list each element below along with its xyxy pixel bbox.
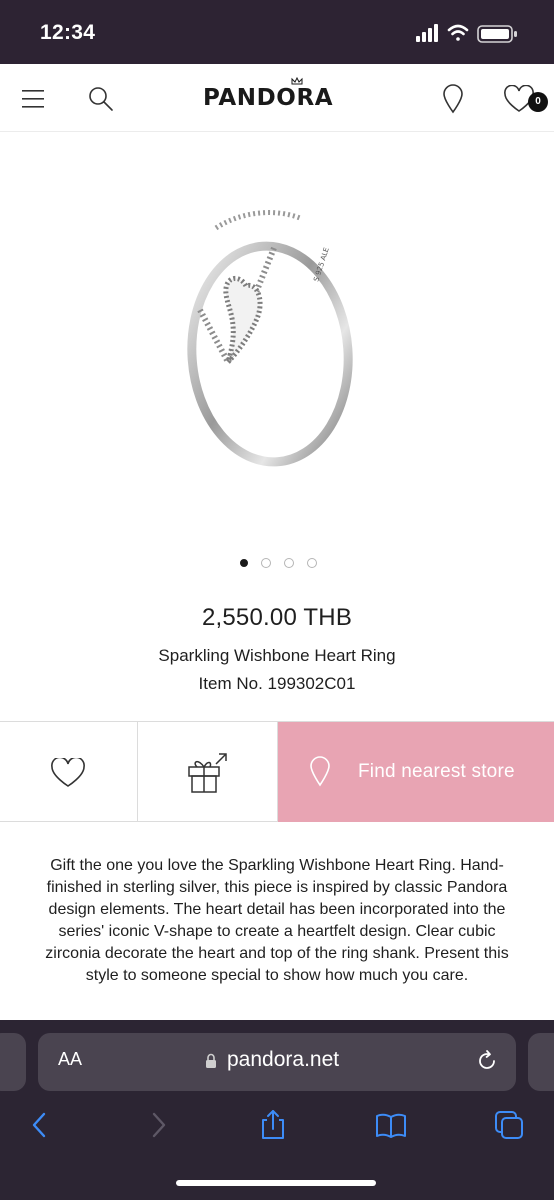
gift-share-button[interactable] (138, 722, 278, 822)
bookmarks-icon[interactable] (374, 1108, 408, 1142)
text-size-label: AA (58, 1049, 83, 1069)
battery-icon (477, 25, 517, 43)
find-nearest-store-button[interactable]: Find nearest store (278, 722, 554, 822)
site-header: PANDORA (0, 64, 554, 132)
search-icon[interactable] (88, 86, 114, 112)
wifi-icon (447, 24, 469, 41)
back-icon[interactable] (24, 1108, 58, 1142)
item-number-value: 199302C01 (267, 674, 356, 693)
text-size-button[interactable]: AA (58, 1049, 82, 1070)
product-description: Gift the one you love the Sparkling Wish… (45, 857, 509, 984)
image-carousel-dots (236, 558, 320, 570)
address-bar[interactable]: AA pandora.net (38, 1033, 516, 1091)
crown-icon (291, 77, 303, 85)
hamburger-menu-icon[interactable] (22, 88, 46, 110)
tabs-icon[interactable] (492, 1108, 526, 1142)
previous-tab-preview[interactable] (0, 1033, 26, 1091)
reload-icon[interactable] (475, 1049, 499, 1073)
product-price: 2,550.00 THB (201, 604, 353, 631)
url-text: pandora.net (227, 1048, 340, 1071)
home-indicator (176, 1180, 376, 1186)
carousel-dot-3[interactable] (284, 558, 294, 568)
status-icons (416, 24, 517, 43)
share-icon[interactable] (256, 1108, 290, 1142)
pandora-logo[interactable]: PANDORA (203, 77, 353, 117)
location-pin-icon[interactable] (441, 84, 465, 114)
heart-outline-icon (51, 758, 85, 787)
wishlist-count-badge: 0 (528, 92, 548, 112)
forward-icon[interactable] (142, 1108, 176, 1142)
carousel-dot-2[interactable] (261, 558, 271, 568)
status-bar: 12:34 (0, 0, 554, 64)
product-action-row: Find nearest store (0, 721, 554, 822)
carousel-dot-4[interactable] (307, 558, 317, 568)
gift-share-icon (188, 753, 227, 793)
logo-text: PANDORA (203, 85, 334, 111)
find-store-label: Find nearest store (358, 761, 515, 782)
add-to-wishlist-button[interactable] (0, 722, 138, 822)
cellular-signal-icon (416, 24, 438, 42)
location-pin-icon (310, 756, 330, 787)
product-name: Sparkling Wishbone Heart Ring (158, 646, 396, 665)
item-number: Item No. 199302C01 (0, 674, 554, 694)
browser-bottom-bar: AA pandora.net (0, 1020, 554, 1200)
item-number-label: Item No. (198, 674, 263, 693)
next-tab-preview[interactable] (528, 1033, 554, 1091)
carousel-dot-1[interactable] (240, 559, 248, 567)
lock-icon (206, 1053, 216, 1068)
ring-product-image[interactable]: S 925 ALE (170, 190, 390, 480)
status-time: 12:34 (40, 21, 96, 44)
